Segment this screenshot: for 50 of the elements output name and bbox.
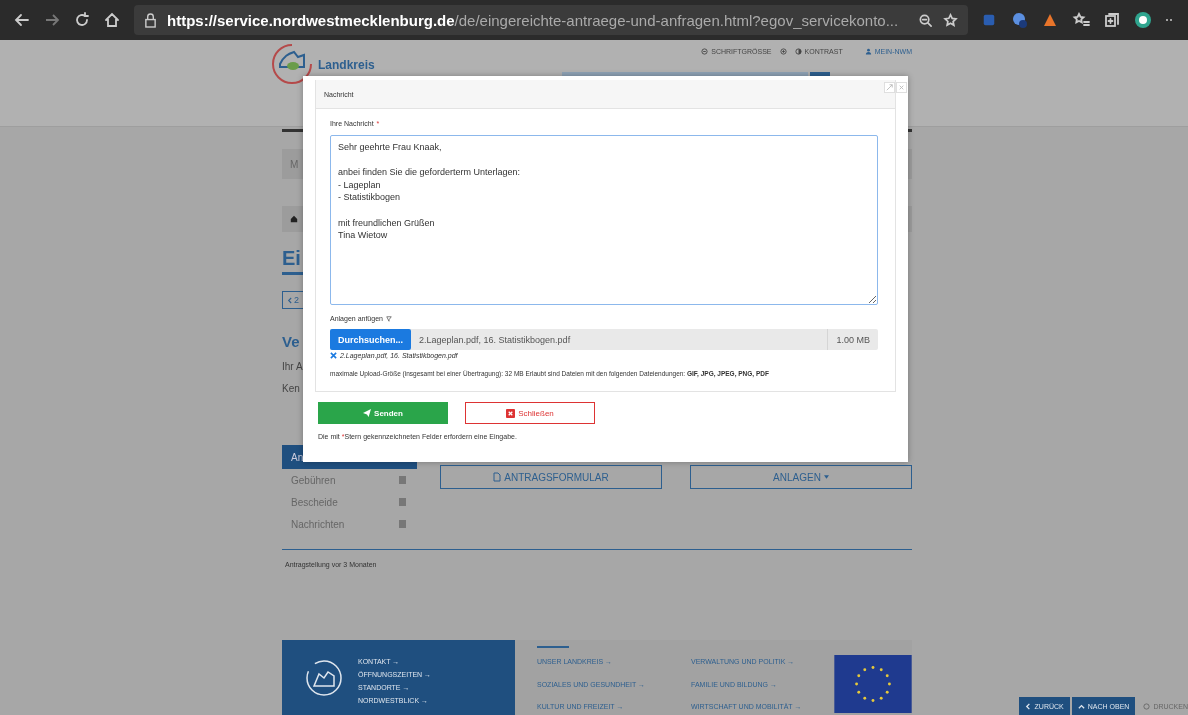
sidebar-item[interactable]: Bescheide [291, 496, 338, 508]
collections-icon[interactable] [1104, 12, 1120, 28]
count-badge [399, 520, 406, 528]
eu-flag-icon [834, 655, 912, 713]
section-heading: Ve [282, 333, 300, 350]
browse-button[interactable]: Durchsuchen... [330, 329, 411, 350]
chevron-up-icon [1077, 702, 1085, 710]
address-bar[interactable]: https://service.nordwestmecklenburg.de/de/eingereichte-antraege-und-anfragen.html?egov_servicekonto... [134, 5, 968, 35]
count-badge [399, 498, 406, 506]
home-icon[interactable] [290, 215, 298, 223]
district-logo-icon [270, 42, 314, 86]
zoom-icon[interactable] [918, 12, 934, 28]
close-square-icon [506, 408, 516, 418]
home-icon[interactable] [104, 12, 120, 28]
favorites-icon[interactable] [1072, 12, 1090, 28]
reload-icon[interactable] [74, 12, 90, 28]
chevron-left-icon [287, 296, 292, 304]
close-button[interactable]: Schließen [465, 402, 595, 424]
more-icon[interactable] [1166, 18, 1174, 22]
document-icon [493, 472, 502, 482]
dropdown-button[interactable]: ANLAGEN [690, 465, 912, 489]
contrast-icon [794, 48, 802, 55]
sidebar-item[interactable]: Nachrichten [291, 518, 345, 530]
chevron-left-icon [1024, 702, 1032, 710]
back-icon[interactable] [14, 12, 30, 28]
file-size: 1.00 MB [827, 329, 878, 350]
info-text: Ihr A [282, 361, 303, 372]
remove-icon[interactable] [330, 352, 337, 359]
info-text: Ken [282, 383, 300, 394]
filter-icon[interactable] [385, 315, 392, 322]
extension-icon[interactable] [1042, 12, 1058, 28]
forward-icon [44, 12, 60, 28]
url-text: https://service.nordwestmecklenburg.de/de/eingereichte-antraege-und-anfragen.html?egov_servicekonto... [167, 11, 899, 29]
district-logo-icon [304, 658, 344, 698]
user-icon [864, 48, 872, 55]
profile-icon[interactable] [1134, 11, 1152, 29]
form-button[interactable]: ANTRAGSFORMULAR [440, 465, 662, 489]
count-badge [399, 476, 406, 484]
zoom-in-icon[interactable] [779, 48, 787, 55]
logo-text: Landkreis [318, 58, 375, 72]
font-size-icon [701, 48, 709, 55]
sidebar-item[interactable]: Gebühren [291, 474, 336, 486]
file-name-field: 2.Lageplan.pdf, 16. Statistikbogen.pdf [411, 329, 828, 350]
caret-icon [823, 475, 829, 479]
favorite-add-icon[interactable] [943, 12, 959, 28]
lock-icon [144, 12, 157, 28]
send-button[interactable]: Senden [318, 402, 448, 424]
paper-plane-icon [363, 409, 372, 417]
message-field[interactable]: Sehr geehrte Frau Knaak, anbei finden Sie die geforderterm Unterlagen: - Lageplan - Statistikbogen mit freundlichen Grüßen Tina Wietow [330, 135, 878, 305]
extension-icon[interactable] [1010, 11, 1028, 29]
